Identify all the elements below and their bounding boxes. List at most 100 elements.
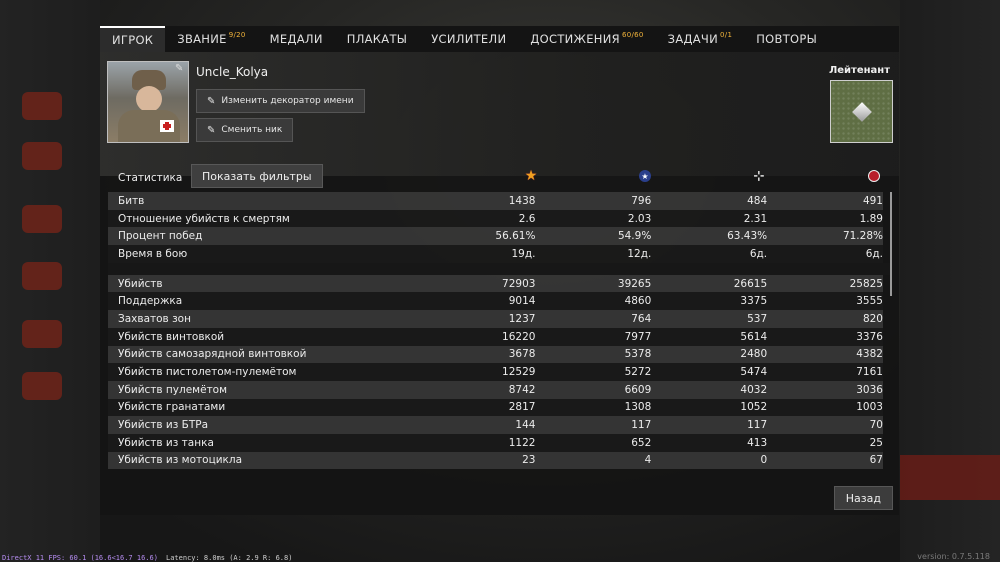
stat-value: 23 [522,454,536,467]
stat-value: 5614 [740,330,768,343]
background-right-menu [900,0,1000,562]
stat-name: Время в бою [118,247,188,260]
button-label: Сменить ник [221,125,283,135]
stat-value: 796 [631,194,652,207]
scrollbar[interactable] [890,192,892,296]
stat-value: 5474 [740,366,768,379]
stats-row: Процент побед 56.61% 54.9% 63.43% 71.28% [108,227,883,246]
stat-name: Убийств из танка [118,436,214,449]
stat-name: Битв [118,194,145,207]
stat-value: 2480 [740,348,768,361]
stat-value: 413 [747,436,768,449]
background-blob [22,372,62,400]
stat-value: 54.9% [617,230,652,243]
stat-value: 1237 [508,312,536,325]
button-label: Изменить декоратор имени [221,96,354,106]
stats-row: Убийств самозарядной винтовкой 3678 5378 24… [108,345,883,364]
stat-value: 67 [869,454,883,467]
stat-value: 3375 [740,295,768,308]
tab-achievements[interactable]: ДОСТИЖЕНИЯ 60/60 [518,26,655,52]
stat-value: 26615 [733,277,768,290]
stats-row: Время в бою 19д. 12д. 6д. 6д. [108,245,883,263]
stats-row: Убийств пистолетом-пулемётом 12529 5272 547… [108,363,883,381]
stat-value: 25825 [849,277,883,290]
stat-name: Убийств самозарядной винтовкой [118,348,307,361]
stat-value: 2.03 [627,212,652,225]
stat-value: 16220 [502,330,536,343]
statistics-label: Статистика [118,172,183,184]
pencil-icon[interactable]: ✎ [175,63,183,74]
stat-value: 63.43% [727,230,768,243]
allies-star-icon: ★ [524,168,538,184]
stat-value: 1003 [856,401,883,414]
tab-medals[interactable]: МЕДАЛИ [258,26,335,52]
stats-row: Убийств из мотоцикла 23 4 0 67 [108,451,883,470]
stat-value: 1122 [508,436,536,449]
stat-value: 117 [747,419,768,432]
usa-star-icon: ★ [638,169,652,183]
tab-tasks[interactable]: ЗАДАЧИ 0/1 [656,26,745,52]
stat-value: 144 [515,419,536,432]
stats-row: Убийств 72903 39265 26615 25825 [108,274,883,293]
stat-value: 12529 [502,366,536,379]
stat-value: 4032 [740,383,768,396]
statistics-header: Статистика Показать фильтры ★ ★ ⊹ [108,162,891,192]
stat-name: Убийств пистолетом-пулемётом [118,366,297,379]
background-blob [22,142,62,170]
tab-replays[interactable]: ПОВТОРЫ [744,26,829,52]
stats-row: Убийств винтовкой 16220 7977 5614 3376 [108,327,883,346]
background-blob [22,262,62,290]
stat-value: 537 [747,312,768,325]
stats-row: Убийств пулемётом 8742 6609 4032 3036 [108,380,883,399]
tab-badge: 60/60 [621,31,644,39]
tab-posters[interactable]: ПЛАКАТЫ [335,26,419,52]
tab-rank[interactable]: ЗВАНИЕ 9/20 [165,26,257,52]
tab-player[interactable]: ИГРОК [100,26,166,52]
stat-name: Убийств пулемётом [118,383,228,396]
tab-badge: 0/1 [720,31,733,39]
stat-value: 3555 [856,295,883,308]
stats-row: Отношение убийств к смертям 2.6 2.03 2.31 1.… [108,209,883,228]
stat-value: 3376 [856,330,883,343]
stat-value: 7161 [856,366,883,379]
latency-readout: Latency: 8.0ms (A: 2.9 R: 6.8) [166,554,293,562]
version-label: version: 0.7.5.118 [917,552,990,561]
stat-value: 1.89 [859,212,883,225]
stat-name: Поддержка [118,295,183,308]
profile-header: ✎ Uncle_Kolya ✎ Изменить декоратор имени… [100,52,899,176]
stat-value: 7977 [624,330,652,343]
pencil-icon: ✎ [207,95,216,107]
stats-row: Убийств из танка 1122 652 413 25 [108,433,883,452]
background-blob [22,205,62,233]
stat-value: 19д. [511,247,536,260]
player-nickname: Uncle_Kolya [196,65,269,79]
stat-name: Убийств из мотоцикла [118,454,243,467]
stat-value: 5272 [624,366,652,379]
japan-circle-icon [867,169,881,183]
background-left-menu [0,0,100,562]
stat-value: 2817 [508,401,536,414]
stat-value: 4 [644,454,652,467]
tab-label: ПОВТОРЫ [756,32,818,46]
change-decorator-button[interactable]: ✎ Изменить декоратор имени [196,89,365,113]
background-red-button [900,455,1000,500]
stats-row: Поддержка 9014 4860 3375 3555 [108,292,883,311]
tab-label: УСИЛИТЕЛИ [431,32,507,46]
rank-badge[interactable] [830,80,893,143]
tab-boosters[interactable]: УСИЛИТЕЛИ [419,26,518,52]
rank-title: Лейтенант [828,65,890,76]
back-button[interactable]: Назад [833,486,893,510]
profile-panel: ИГРОК ЗВАНИЕ 9/20 МЕДАЛИ ПЛАКАТЫ УСИЛИТЕЛ… [100,26,899,515]
stats-row: Битв 1438 796 484 491 [108,192,883,210]
tab-label: МЕДАЛИ [269,32,323,46]
stat-value: 491 [862,194,883,207]
stats-group-general: Битв 1438 796 484 491 Отношение убийств к сме… [108,192,883,263]
rank-diamond-icon [851,101,872,122]
stat-value: 484 [747,194,768,207]
stat-value: 8742 [508,383,536,396]
stat-name: Захватов зон [118,312,191,325]
stat-value: 6609 [624,383,652,396]
change-nick-button[interactable]: ✎ Сменить ник [196,118,294,142]
show-filters-button[interactable]: Показать фильтры [191,164,323,188]
stat-value: 70 [869,419,883,432]
